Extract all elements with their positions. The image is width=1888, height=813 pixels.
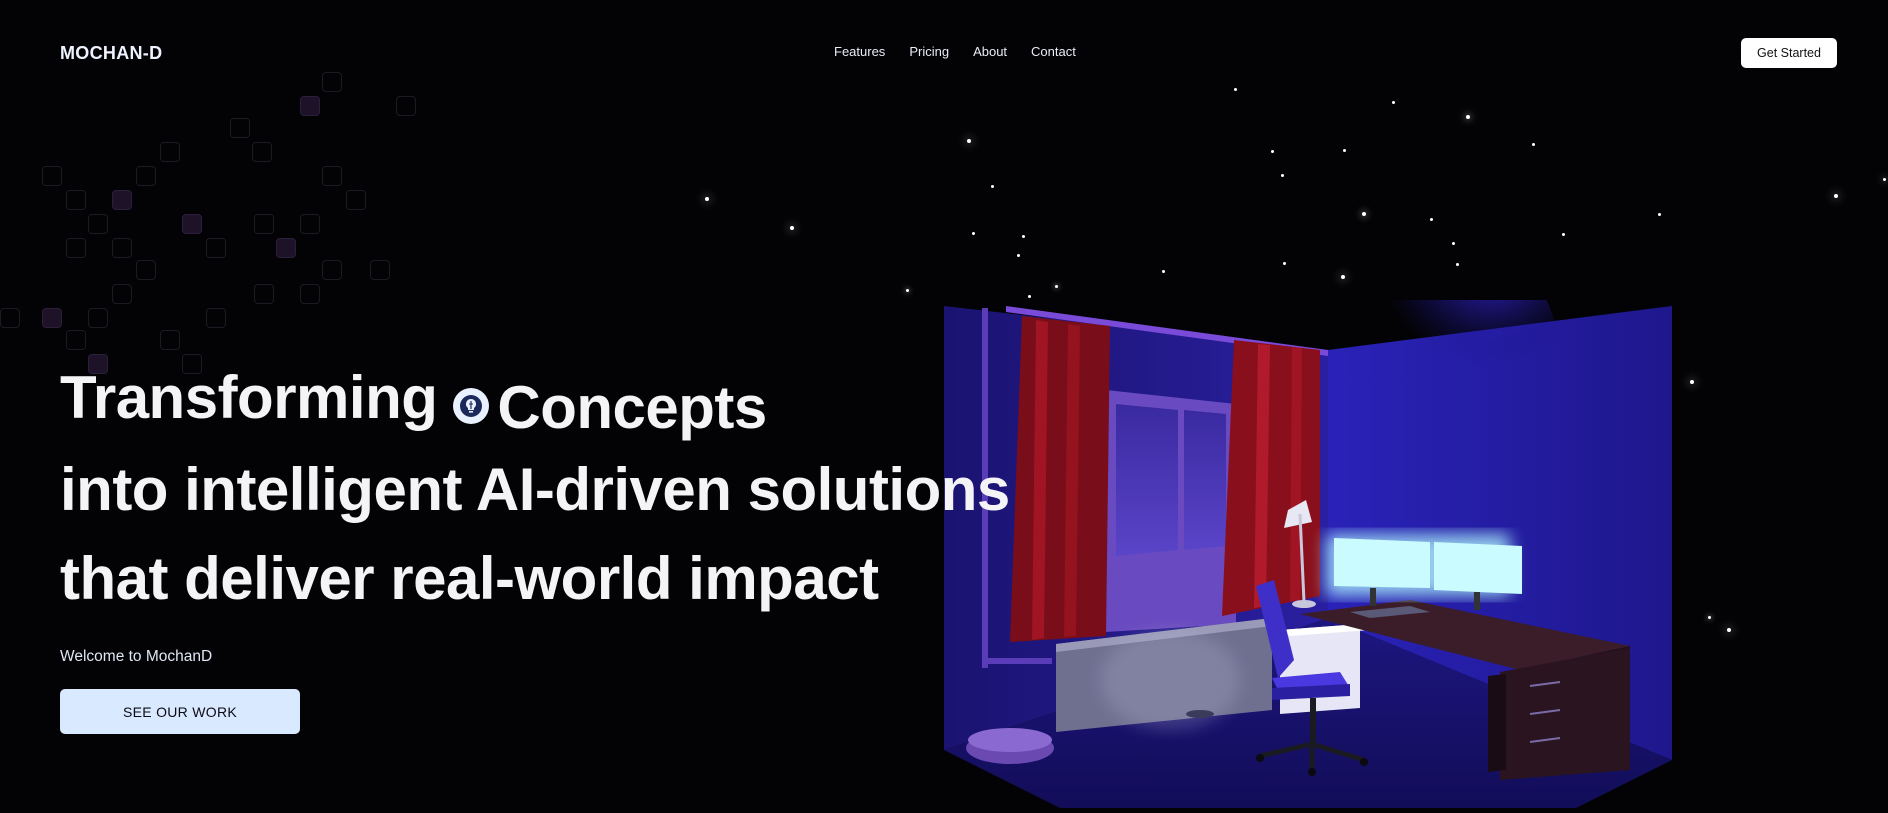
- hero-word-transforming: Transforming: [60, 364, 438, 431]
- nav-link-about[interactable]: About: [973, 44, 1007, 59]
- top-nav: Features Pricing About Contact: [834, 44, 1076, 59]
- brand-logo[interactable]: MOCHAN-D: [60, 43, 162, 64]
- room-illustration: [940, 220, 1680, 813]
- hero-line-2: into intelligent AI-driven solutions: [60, 456, 1010, 523]
- see-our-work-button[interactable]: SEE OUR WORK: [60, 689, 300, 734]
- get-started-button[interactable]: Get Started: [1741, 38, 1837, 68]
- nav-link-contact[interactable]: Contact: [1031, 44, 1076, 59]
- lightbulb-brain-icon: [453, 388, 490, 424]
- welcome-text: Welcome to MochanD: [60, 648, 213, 665]
- isometric-room-image: [944, 220, 1672, 808]
- hero-word-concepts: Concepts: [497, 374, 767, 441]
- nav-link-features[interactable]: Features: [834, 44, 885, 59]
- hero-line-1: Transforming Concepts: [60, 364, 767, 438]
- nav-link-pricing[interactable]: Pricing: [909, 44, 949, 59]
- hero-line-3: that deliver real-world impact: [60, 545, 879, 612]
